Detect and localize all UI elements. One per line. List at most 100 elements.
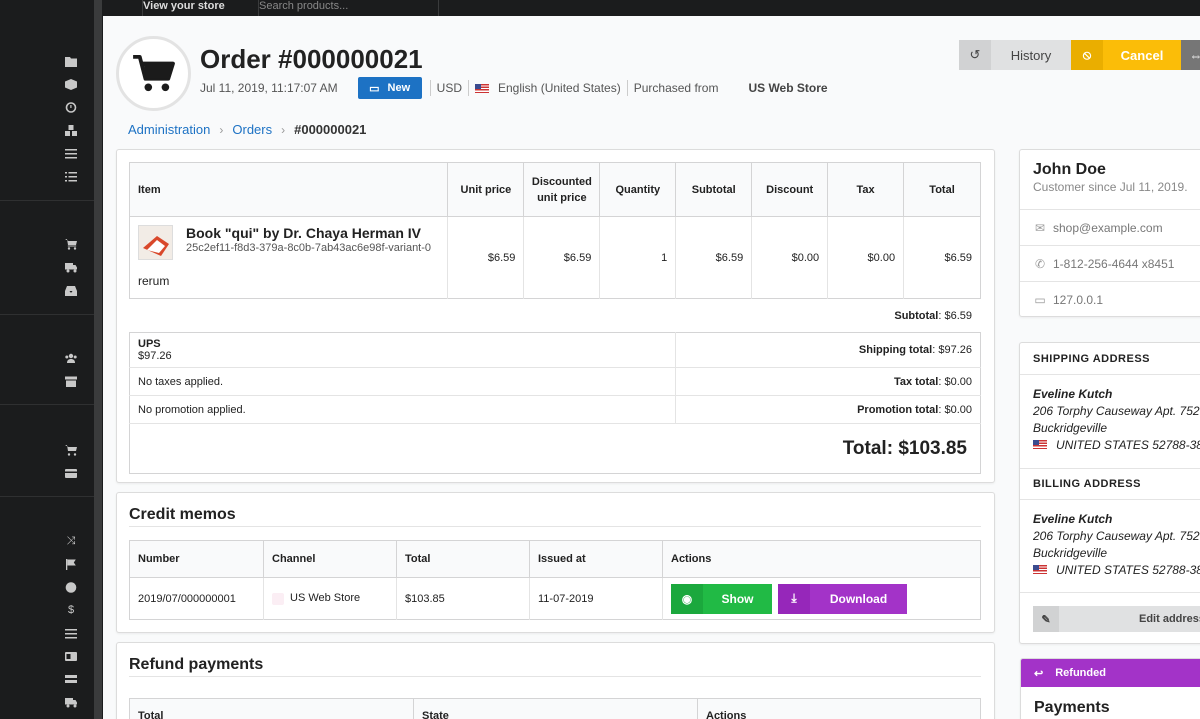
folder-icon[interactable]: [63, 54, 79, 68]
download-icon: ⤓: [778, 583, 810, 614]
envelope-icon: ✉: [1034, 220, 1046, 235]
options-icon[interactable]: [63, 146, 79, 160]
us-flag-icon: [1033, 440, 1047, 449]
cart-icon[interactable]: [63, 443, 79, 457]
addresses-card: SHIPPING ADDRESS Eveline Kutch 206 Torph…: [1019, 342, 1200, 644]
page-title: Order #000000021: [200, 44, 423, 74]
col-subtotal: Subtotal: [675, 162, 752, 217]
memo-total: $103.85: [396, 577, 530, 620]
promotion-row: No promotion applied. Promotion total: $…: [129, 395, 981, 424]
order-locale: English (United States): [498, 81, 621, 95]
cubes-icon[interactable]: [63, 123, 79, 137]
history-icon[interactable]: [63, 100, 79, 114]
view-store-link[interactable]: View your store: [143, 0, 259, 16]
shipping-amount: $97.26: [138, 350, 172, 362]
col-total: Total: [903, 162, 981, 217]
order-date: Jul 11, 2019, 11:17:07 AM: [200, 81, 338, 95]
search-input[interactable]: Search products...: [259, 0, 439, 16]
customer-card: John Doe Customer since Jul 11, 2019. ✉ …: [1019, 149, 1200, 317]
payment-state-bar: ↩ Refunded: [1021, 659, 1200, 687]
customer-phone-row: ✆ 1-812-256-4644 x8451: [1020, 245, 1200, 281]
sidebar: ⤨ $: [0, 0, 103, 719]
archive-icon[interactable]: [63, 374, 79, 388]
options-icon[interactable]: [63, 626, 79, 640]
pencil-icon: ✎: [1033, 606, 1059, 632]
memo-channel: US Web Store: [290, 592, 361, 605]
us-flag-icon: [1033, 565, 1047, 574]
breadcrumb-orders[interactable]: Orders: [232, 122, 272, 137]
flag-icon[interactable]: [63, 557, 79, 571]
item-cell: Book "qui" by Dr. Chaya Herman IV 25c2ef…: [130, 217, 448, 299]
show-button[interactable]: ◉ Show: [671, 583, 772, 614]
customer-ip: 127.0.0.1: [1053, 292, 1104, 307]
grand-total-row: Total: $103.85: [129, 423, 981, 474]
table-row: Book "qui" by Dr. Chaya Herman IV 25c2ef…: [130, 216, 981, 299]
col-discount: Discount: [751, 162, 828, 217]
phone-icon: ✆: [1034, 256, 1046, 271]
breadcrumb-administration[interactable]: Administration: [128, 122, 210, 137]
history-icon: ↺: [959, 40, 991, 70]
subtotal-line: Subtotal: $6.59: [894, 310, 972, 322]
discounted-unit-price: $6.59: [523, 216, 600, 299]
chevron-right-icon: ›: [219, 122, 224, 137]
menu-toggle[interactable]: [103, 0, 143, 16]
payment-icon[interactable]: [63, 466, 79, 480]
status-badge: ▭ New: [357, 77, 422, 99]
col-discounted-unit-price: Discounted unit price: [523, 162, 600, 217]
col-item: Item: [129, 162, 448, 217]
download-button[interactable]: ⤓ Download: [778, 583, 907, 614]
summary-table: UPS $97.26 Shipping total: $97.26 No tax…: [129, 332, 981, 474]
arrows-icon: ⇔: [1189, 47, 1200, 63]
dollar-icon[interactable]: $: [63, 603, 79, 617]
total: $6.59: [903, 216, 981, 299]
col-unit-price: Unit price: [447, 162, 524, 217]
cart-icon[interactable]: [63, 237, 79, 251]
memo-issued-at: 11-07-2019: [529, 577, 663, 620]
list-icon[interactable]: [63, 169, 79, 183]
grand-total: Total: $103.85: [129, 423, 981, 474]
shuffle-icon[interactable]: ⤨: [63, 534, 79, 548]
variant-code: 25c2ef11-f8d3-379a-8c0b-7ab43ac6e98f-var…: [186, 242, 432, 254]
channel-color: [272, 592, 284, 605]
subtotal: $6.59: [675, 216, 752, 299]
shipping-method: UPS: [138, 338, 161, 350]
breadcrumb: Administration › Orders › #000000021: [128, 122, 366, 137]
credit-memos-panel: Credit memos Number Channel Total Issued…: [116, 492, 995, 633]
payments-title: Payments: [1034, 699, 1110, 716]
order-currency: USD: [436, 81, 462, 95]
customer-name[interactable]: John Doe: [1033, 161, 1106, 179]
order-store: US Web Store: [748, 81, 828, 95]
truck-icon[interactable]: [63, 695, 79, 709]
columns-icon[interactable]: [63, 672, 79, 686]
id-card-icon[interactable]: [63, 649, 79, 663]
shipping-row: UPS $97.26 Shipping total: $97.26: [130, 332, 981, 368]
cancel-button[interactable]: ⦸ Cancel: [1071, 40, 1181, 70]
col-quantity: Quantity: [599, 162, 676, 217]
tax-total: : $0.00: [938, 375, 972, 388]
eye-icon: ◉: [671, 583, 703, 614]
purchased-from-label: Purchased from: [633, 81, 719, 95]
inbox-icon[interactable]: [63, 283, 79, 297]
product-name[interactable]: Book "qui" by Dr. Chaya Herman IV: [186, 225, 421, 241]
more-actions-button[interactable]: ⇔: [1181, 40, 1200, 70]
breadcrumb-current: #000000021: [294, 122, 367, 137]
top-bar: View your store Search products...: [103, 0, 1200, 16]
order-cart-icon: [116, 36, 191, 111]
customer-email[interactable]: shop@example.com: [1053, 221, 1163, 235]
desktop-icon: ▭: [1034, 292, 1046, 307]
truck-icon[interactable]: [63, 260, 79, 274]
table-row: 2019/07/000000001 US Web Store $103.85 1…: [130, 577, 981, 620]
customer-ip-row: ▭ 127.0.0.1: [1020, 281, 1200, 316]
users-icon[interactable]: [63, 351, 79, 365]
billing-address-heading: BILLING ADDRESS: [1020, 468, 1200, 500]
tax: $0.00: [827, 216, 904, 299]
history-button[interactable]: ↺ History: [959, 40, 1071, 70]
globe-icon[interactable]: [63, 580, 79, 594]
cube-icon[interactable]: [63, 77, 79, 91]
edit-addresses-button[interactable]: ✎ Edit addresses: [1033, 606, 1200, 632]
refund-payments-panel: Refund payments Total State Actions: [116, 642, 995, 719]
ban-icon: ⦸: [1071, 40, 1103, 70]
sidebar-scrollbar[interactable]: [94, 0, 102, 719]
items-table: Item Unit price Discounted unit price Qu…: [129, 162, 981, 299]
credit-memos-title: Credit memos: [129, 506, 236, 523]
